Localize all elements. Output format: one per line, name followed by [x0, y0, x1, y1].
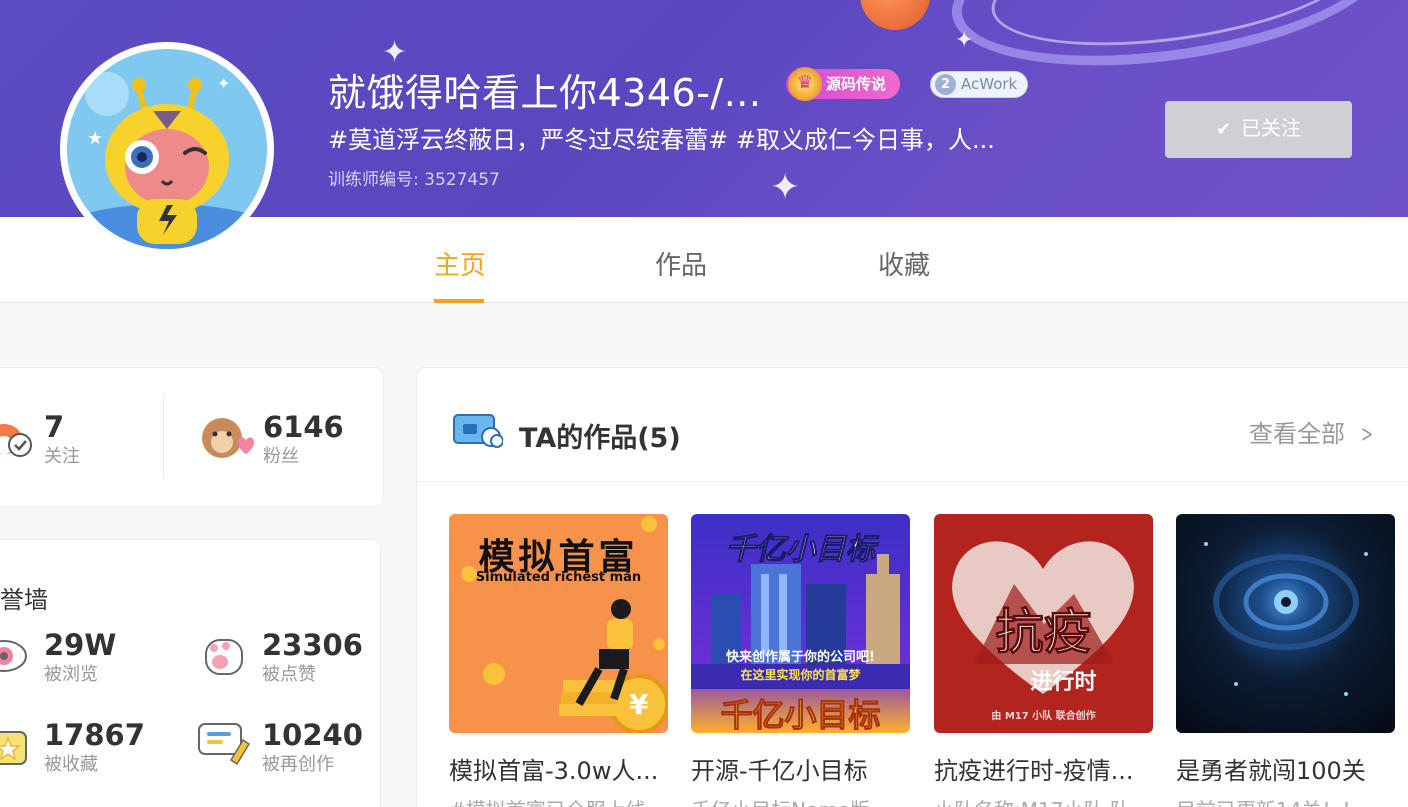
acwork-badge[interactable]: 2 AcWork — [930, 71, 1029, 98]
fans-label: 粉丝 — [263, 446, 299, 467]
acwork-badge-label: AcWork — [961, 75, 1018, 93]
vortex-eye-illustration — [1204, 542, 1368, 696]
honor-wall-card: 誉墙 29W 被浏览 23306 被点赞 17867 被收藏 10240 被再创… — [0, 540, 380, 807]
thumb-subtitle-2: 在这里实现你的首富梦 — [740, 668, 861, 682]
work-card[interactable]: 抗疫 进行时 由 M17 小队 联合创作 抗疫进行时-疫情... 小队名称:M1… — [934, 514, 1153, 807]
profile-name: 就饿得哈看上你4346-/... — [328, 71, 762, 115]
trainer-id: 训练师编号: 3527457 — [328, 170, 500, 190]
followed-button[interactable]: ✔ 已关注 — [1165, 101, 1352, 158]
honor-wall-title: 誉墙 — [0, 586, 48, 614]
thumb-subtitle: 进行时 — [1030, 670, 1097, 695]
favorites-count: 17867 — [44, 718, 145, 752]
works-divider — [417, 481, 1408, 482]
thumb-subtitle: 快来创作属于你的公司吧! — [726, 650, 875, 665]
work-title[interactable]: 是勇者就闯100关 — [1176, 751, 1395, 786]
thumb-banner: 千亿小目标 — [720, 696, 881, 734]
svg-text:¥: ¥ — [629, 688, 649, 721]
thumb-title: 千亿小目标 — [725, 532, 876, 568]
views-count: 29W — [44, 628, 117, 662]
svg-text:✦: ✦ — [217, 74, 230, 93]
coin-illustration: ¥ — [461, 516, 668, 733]
work-description: 目前已更新14关！！ — [1176, 794, 1395, 807]
legend-badge[interactable]: ♛ 源码传说 — [786, 67, 901, 101]
work-title[interactable]: 模拟首富-3.0w人... — [449, 751, 668, 786]
avatar-image: ★ ✦ — [67, 49, 267, 249]
work-card[interactable]: 模拟首富 Simulated richest man ¥ 模拟首富-3.0w人.… — [449, 514, 668, 807]
favorites-label: 被收藏 — [44, 754, 98, 775]
work-thumbnail[interactable]: 模拟首富 Simulated richest man ¥ — [449, 514, 668, 733]
work-description: 小队名称:M17小队 队 — [934, 794, 1153, 807]
thumb-footer: 由 M17 小队 联合创作 — [991, 711, 1096, 722]
planet-decoration — [860, 0, 930, 30]
monkey-mascot-icon: ★ ✦ — [67, 72, 267, 249]
work-title[interactable]: 开源-千亿小目标 — [691, 751, 910, 786]
eye-icon — [0, 632, 32, 678]
legend-badge-label: 源码传说 — [826, 75, 887, 93]
paw-like-icon — [200, 630, 248, 680]
view-all-label: 查看全部 — [1249, 420, 1345, 448]
work-title[interactable]: 抗疫进行时-疫情... — [934, 751, 1153, 786]
active-tab-indicator — [434, 299, 484, 303]
chevron-right-icon: > — [1360, 420, 1373, 448]
works-title: TA的作品(5) — [519, 423, 681, 454]
remixes-count: 10240 — [262, 718, 363, 752]
following-count[interactable]: 7 — [44, 410, 64, 444]
stats-divider — [163, 395, 164, 479]
profile-motto: #莫道浮云终蔽日，严冬过尽绽春蕾# #取义成仁今日事，人... — [328, 126, 995, 154]
sparkle-icon: ✦ — [770, 167, 801, 208]
svg-text:★: ★ — [87, 128, 103, 149]
works-icon — [453, 413, 504, 449]
fans-icon — [198, 412, 254, 460]
work-description: 千亿小目标Nemo版 — [691, 794, 910, 807]
acwork-level: 2 — [935, 74, 956, 95]
remix-icon — [197, 720, 251, 766]
star-collect-icon — [0, 720, 34, 768]
work-description: #模拟首富已全服上线 — [449, 794, 668, 807]
views-label: 被浏览 — [44, 664, 98, 685]
crown-icon: ♛ — [788, 67, 822, 101]
avatar[interactable]: ★ ✦ — [60, 42, 274, 256]
work-thumbnail[interactable]: 抗疫 进行时 由 M17 小队 联合创作 — [934, 514, 1153, 733]
tab-home[interactable]: 主页 — [434, 245, 486, 282]
sparkle-icon: ✦ — [955, 28, 974, 53]
view-all-link[interactable]: 查看全部 > — [1249, 414, 1377, 449]
tab-works[interactable]: 作品 — [655, 245, 707, 282]
fans-count[interactable]: 6146 — [263, 410, 344, 444]
check-icon: ✔ — [1215, 119, 1232, 139]
following-label: 关注 — [44, 446, 80, 467]
work-thumbnail[interactable]: 千亿小目标 快来创作属于你的公司吧! 在这里实现你的首富梦 千亿小目标 — [691, 514, 910, 733]
likes-label: 被点赞 — [262, 664, 316, 685]
follow-stats-card: 7 关注 6146 粉丝 — [0, 368, 383, 506]
work-card[interactable]: 是勇者就闯100关 目前已更新14关！！ — [1176, 514, 1395, 807]
works-card: TA的作品(5) 查看全部 > 模拟首富 Simulated richest m… — [417, 368, 1408, 807]
remixes-label: 被再创作 — [262, 754, 334, 775]
tab-favorites[interactable]: 收藏 — [878, 245, 930, 282]
likes-count: 23306 — [262, 628, 363, 662]
followed-button-label: 已关注 — [1241, 118, 1302, 140]
work-thumbnail[interactable] — [1176, 514, 1395, 733]
following-icon — [0, 415, 32, 461]
work-card[interactable]: 千亿小目标 快来创作属于你的公司吧! 在这里实现你的首富梦 千亿小目标 开源-千… — [691, 514, 910, 807]
thumb-title: 抗疫 — [995, 604, 1092, 661]
